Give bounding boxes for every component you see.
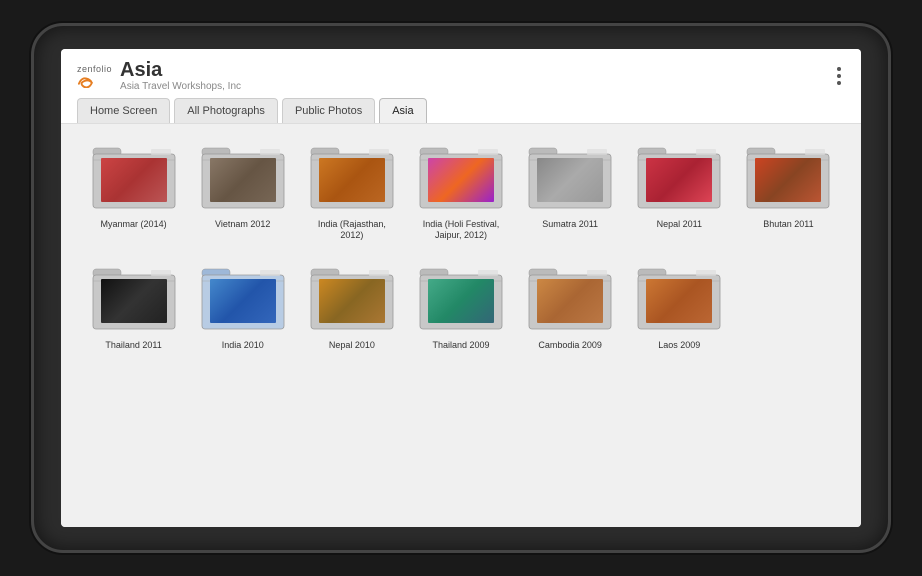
folder-thumbnail xyxy=(755,158,821,202)
folder-label: Laos 2009 xyxy=(658,340,700,351)
folder-item[interactable]: India (Holi Festival, Jaipur, 2012) xyxy=(408,140,513,241)
folder-wrapper xyxy=(416,261,506,336)
page-title: Asia xyxy=(120,59,241,81)
folder-label: Cambodia 2009 xyxy=(538,340,602,351)
folder-label: Vietnam 2012 xyxy=(215,219,270,230)
folder-thumbnail xyxy=(646,279,712,323)
more-menu-button[interactable] xyxy=(833,63,845,89)
tab-home-screen[interactable]: Home Screen xyxy=(77,98,170,123)
folder-label: Thailand 2011 xyxy=(105,340,161,351)
zenfolio-swirl-icon xyxy=(77,74,105,88)
folder-label: Bhutan 2011 xyxy=(763,219,813,230)
folder-wrapper xyxy=(525,261,615,336)
header: zenfolio Asia Asia Travel Workshops, Inc xyxy=(61,49,861,124)
folder-wrapper xyxy=(198,261,288,336)
folder-label: India 2010 xyxy=(222,340,264,351)
folder-item[interactable]: India (Rajasthan, 2012) xyxy=(299,140,404,241)
folder-thumbnail xyxy=(101,279,167,323)
more-dot-3 xyxy=(837,81,841,85)
folder-wrapper xyxy=(743,140,833,215)
folder-label: Nepal 2011 xyxy=(657,219,702,230)
folder-label: Sumatra 2011 xyxy=(542,219,598,230)
folder-thumbnail xyxy=(646,158,712,202)
tab-all-photographs[interactable]: All Photographs xyxy=(174,98,278,123)
tablet-screen: zenfolio Asia Asia Travel Workshops, Inc xyxy=(61,49,861,527)
more-dot-1 xyxy=(837,67,841,71)
folder-item[interactable]: Bhutan 2011 xyxy=(736,140,841,241)
page-subtitle: Asia Travel Workshops, Inc xyxy=(120,81,241,92)
folder-thumbnail xyxy=(428,279,494,323)
more-dot-2 xyxy=(837,74,841,78)
folder-wrapper xyxy=(198,140,288,215)
title-area: Asia Asia Travel Workshops, Inc xyxy=(120,59,241,92)
folder-label: India (Rajasthan, 2012) xyxy=(307,219,397,241)
tab-public-photos[interactable]: Public Photos xyxy=(282,98,375,123)
folder-item[interactable]: Cambodia 2009 xyxy=(518,261,623,351)
folder-thumbnail xyxy=(537,158,603,202)
folder-item[interactable]: Thailand 2011 xyxy=(81,261,186,351)
folder-thumbnail xyxy=(101,158,167,202)
folder-item[interactable]: Myanmar (2014) xyxy=(81,140,186,241)
folder-thumbnail xyxy=(428,158,494,202)
folder-item[interactable]: Nepal 2010 xyxy=(299,261,404,351)
folder-wrapper xyxy=(89,261,179,336)
folder-item[interactable]: Nepal 2011 xyxy=(627,140,732,241)
tab-asia[interactable]: Asia xyxy=(379,98,426,123)
folder-wrapper xyxy=(525,140,615,215)
folder-wrapper xyxy=(89,140,179,215)
folder-item[interactable]: India 2010 xyxy=(190,261,295,351)
folder-item[interactable]: Thailand 2009 xyxy=(408,261,513,351)
folder-thumbnail xyxy=(210,158,276,202)
folder-wrapper xyxy=(307,140,397,215)
folder-label: Myanmar (2014) xyxy=(101,219,167,230)
tablet-frame: zenfolio Asia Asia Travel Workshops, Inc xyxy=(31,23,891,553)
nav-tabs: Home Screen All Photographs Public Photo… xyxy=(77,98,845,123)
folder-wrapper xyxy=(634,261,724,336)
content-area: Myanmar (2014) Vietnam 2012 xyxy=(61,124,861,527)
folder-wrapper xyxy=(416,140,506,215)
folder-thumbnail xyxy=(319,279,385,323)
folder-item[interactable]: Laos 2009 xyxy=(627,261,732,351)
folder-thumbnail xyxy=(319,158,385,202)
zenfolio-logo: zenfolio xyxy=(77,64,112,88)
zenfolio-text: zenfolio xyxy=(77,64,112,74)
folder-label: Nepal 2010 xyxy=(329,340,375,351)
folder-label: Thailand 2009 xyxy=(432,340,489,351)
folder-wrapper xyxy=(307,261,397,336)
folder-item[interactable]: Vietnam 2012 xyxy=(190,140,295,241)
folder-thumbnail xyxy=(537,279,603,323)
folder-thumbnail xyxy=(210,279,276,323)
folders-grid: Myanmar (2014) Vietnam 2012 xyxy=(81,140,841,350)
folder-wrapper xyxy=(634,140,724,215)
folder-label: India (Holi Festival, Jaipur, 2012) xyxy=(416,219,506,241)
folder-item[interactable]: Sumatra 2011 xyxy=(518,140,623,241)
